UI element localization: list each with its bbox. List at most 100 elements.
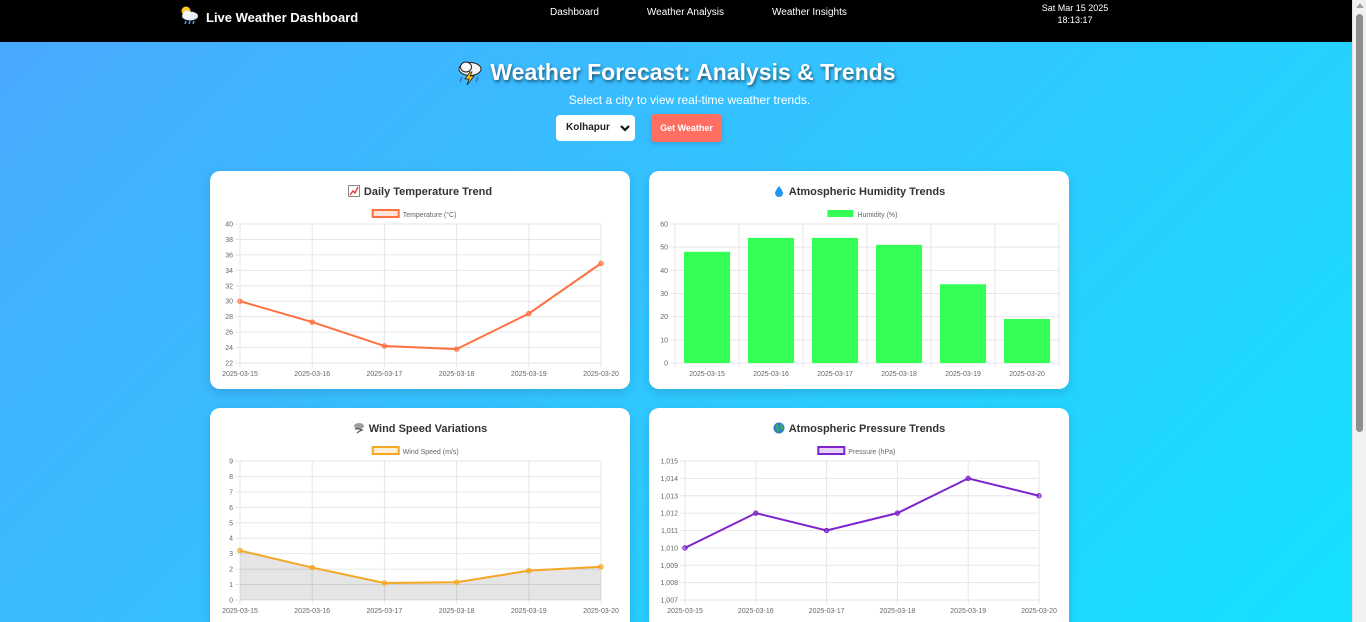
- x-tick-label: 2025-03-15: [222, 608, 258, 615]
- y-tick-label: 1,014: [660, 476, 678, 483]
- bar: [875, 244, 923, 363]
- y-tick-label: 40: [660, 268, 668, 275]
- humidity-chart: Humidity (%) 0 10 20 30 40 50 60 2025-03-15 2025-…: [660, 210, 1060, 378]
- x-tick-label: 2025-03-19: [950, 608, 986, 615]
- data-point: [965, 475, 971, 482]
- y-tick-label: 6: [229, 505, 233, 512]
- scroll-up-arrow-icon[interactable]: [1356, 3, 1364, 8]
- y-tick-label: 1,011: [661, 528, 678, 535]
- y-tick-label: 1,012: [660, 511, 678, 518]
- data-point: [309, 564, 315, 571]
- series-area: [240, 550, 601, 600]
- y-tick-label: 7: [229, 489, 233, 496]
- nav-link-weather-insights[interactable]: Weather Insights: [772, 7, 847, 18]
- chart-legend: Temperature (°C): [371, 209, 457, 219]
- bar: [747, 237, 795, 363]
- navbar: Live Weather Dashboard Dashboard Weather…: [0, 0, 1352, 42]
- legend-label: Pressure (hPa): [848, 449, 895, 456]
- y-tick-label: 1,010: [660, 545, 678, 552]
- y-tick-label: 10: [660, 337, 668, 344]
- legend-label: Temperature (°C): [403, 211, 457, 219]
- chart-legend: Wind Speed (m/s): [371, 446, 459, 456]
- pressure-chart: Pressure (hPa) 1,007 1,008 1,009 1,010 1,011 1…: [660, 446, 1057, 615]
- data-point: [682, 545, 688, 551]
- data-point: [1036, 493, 1042, 499]
- y-tick-label: 9: [229, 459, 233, 466]
- x-tick-label: 2025-03-15: [667, 608, 703, 615]
- y-tick-label: 34: [225, 268, 233, 275]
- current-date: Sat Mar 15 2025: [1041, 3, 1109, 13]
- y-tick-label: 32: [225, 283, 233, 290]
- data-point: [453, 346, 460, 352]
- y-tick-label: 20: [660, 314, 668, 321]
- legend-swatch: [371, 446, 400, 455]
- y-tick-label: 1,008: [660, 580, 678, 587]
- y-tick-label: 1,015: [660, 459, 678, 466]
- x-tick-label: 2025-03-17: [809, 608, 845, 615]
- temperature-chart-card: Daily Temperature Trend Temperature (°C)…: [210, 171, 630, 389]
- page-title-text: Weather Forecast: Analysis & Trends: [490, 59, 896, 85]
- y-tick-label: 1,009: [660, 563, 678, 570]
- y-tick-label: 4: [229, 536, 233, 543]
- data-point: [823, 527, 830, 534]
- weather-storm-icon: [181, 6, 198, 25]
- data-point: [894, 510, 901, 516]
- x-tick-label: 2025-03-19: [511, 371, 547, 378]
- y-tick-label: 22: [225, 361, 233, 368]
- x-tick-label: 2025-03-15: [689, 371, 725, 378]
- y-tick-label: 0: [229, 598, 233, 605]
- y-tick-label: 8: [229, 474, 233, 481]
- y-tick-label: 26: [225, 330, 233, 337]
- legend-label: Humidity (%): [857, 212, 897, 219]
- x-tick-label: 2025-03-20: [583, 608, 619, 615]
- y-tick-label: 36: [225, 252, 233, 259]
- pressure-chart-card: Atmospheric Pressure Trends Pressure (hP…: [649, 408, 1069, 622]
- y-tick-label: 24: [225, 345, 233, 352]
- data-point: [309, 319, 315, 325]
- legend-swatch: [371, 209, 400, 218]
- bar: [811, 237, 859, 363]
- y-tick-label: 1,013: [660, 493, 678, 500]
- nav-links: Dashboard Weather Analysis Weather Insig…: [550, 7, 847, 18]
- data-point: [237, 298, 243, 304]
- series-line: [239, 262, 602, 351]
- scroll-thumb[interactable]: [1356, 14, 1363, 432]
- nav-link-dashboard[interactable]: Dashboard: [550, 7, 599, 18]
- data-point: [381, 580, 388, 586]
- get-weather-button[interactable]: Get Weather: [651, 114, 722, 142]
- x-tick-label: 2025-03-18: [439, 608, 475, 615]
- y-tick-label: 1: [229, 582, 233, 589]
- y-tick-label: 30: [225, 299, 233, 306]
- page-subtitle: Select a city to view real-time weather …: [568, 93, 811, 107]
- chart-legend: Humidity (%): [827, 210, 897, 219]
- x-tick-label: 2025-03-16: [738, 608, 774, 615]
- y-tick-label: 2: [229, 567, 233, 574]
- humidity-chart-card: Atmospheric Humidity Trends Humidity (%)…: [649, 171, 1069, 389]
- bar: [1003, 318, 1051, 363]
- x-tick-label: 2025-03-17: [366, 371, 402, 378]
- x-tick-label: 2025-03-20: [583, 371, 619, 378]
- y-tick-label: 60: [660, 222, 668, 229]
- city-select-value: Kolhapur: [566, 122, 610, 133]
- brand-title: Live Weather Dashboard: [206, 9, 359, 25]
- data-point: [237, 547, 243, 554]
- thunder-cloud-icon: [458, 61, 482, 85]
- y-tick-label: 40: [225, 222, 233, 229]
- x-tick-label: 2025-03-17: [817, 371, 853, 378]
- legend-label: Wind Speed (m/s): [403, 449, 459, 456]
- y-tick-label: 30: [660, 291, 668, 298]
- y-tick-label: 50: [660, 245, 668, 252]
- city-select[interactable]: Kolhapur: [556, 115, 635, 141]
- nav-link-weather-analysis[interactable]: Weather Analysis: [647, 7, 724, 18]
- y-tick-label: 5: [229, 520, 233, 527]
- y-tick-label: 38: [225, 237, 233, 244]
- wind-chart-card: Wind Speed Variations Wind Speed (m/s) 0 1…: [210, 408, 630, 622]
- x-tick-label: 2025-03-15: [222, 371, 258, 378]
- brand[interactable]: Live Weather Dashboard: [178, 4, 358, 26]
- data-point: [526, 567, 532, 574]
- y-tick-label: 0: [664, 361, 668, 368]
- x-tick-label: 2025-03-18: [879, 608, 915, 615]
- data-point: [381, 343, 388, 349]
- page-title: Weather Forecast: Analysis & Trends: [0, 59, 1352, 86]
- x-tick-label: 2025-03-18: [881, 371, 917, 378]
